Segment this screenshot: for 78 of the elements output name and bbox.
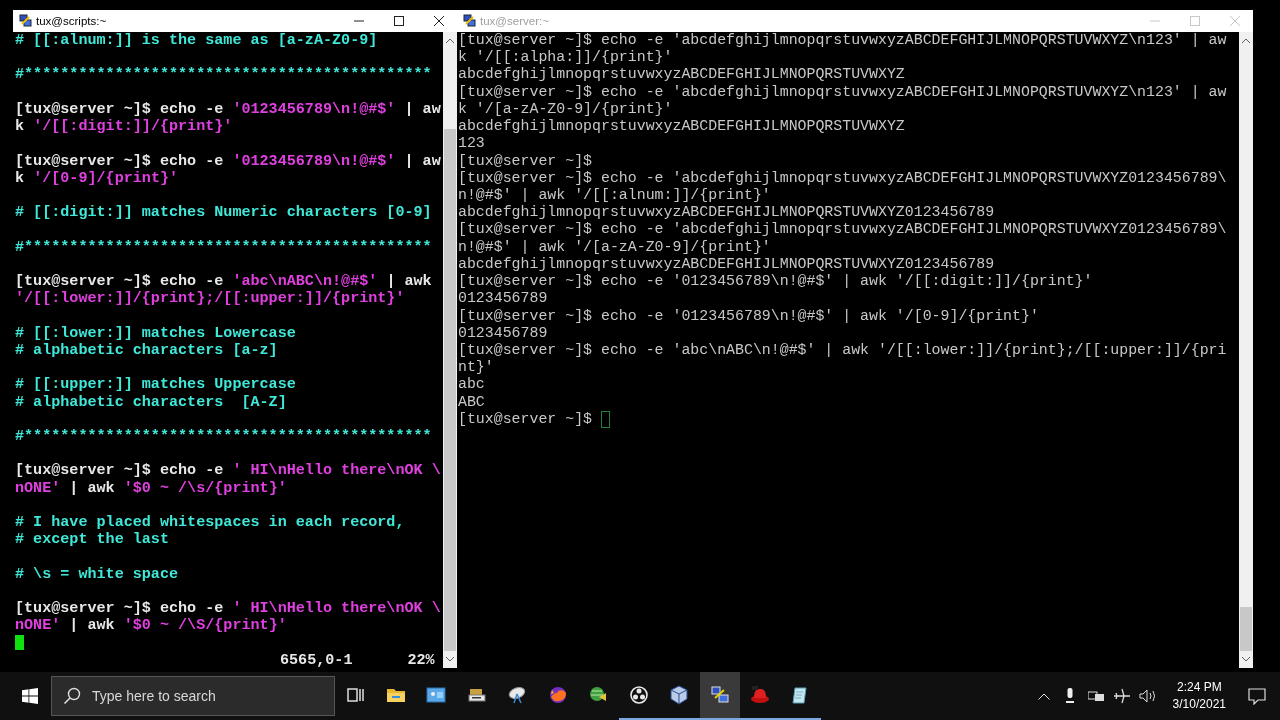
scroll-percent: 22% (407, 651, 435, 668)
terminal-line: [tux@server ~]$ echo -e ' HI\nHello there\nOK \ (15, 462, 441, 480)
terminal-line: [tux@server ~]$ echo -e '0123456789\n!@#$' | aw (15, 152, 441, 170)
terminal-line: 123 (458, 135, 485, 153)
microphone-icon (1065, 688, 1074, 704)
terminal-line: abcdefghijlmnopqrstuvwxyzABCDEFGHIJLMNOPQRSTUVWXYZ (458, 118, 905, 136)
scrollbar-thumb[interactable] (444, 129, 456, 651)
close-icon (1229, 16, 1240, 26)
terminal-line: #********************************************* (15, 428, 432, 446)
close-icon (433, 16, 444, 26)
terminal-line: [tux@server ~]$ echo -e '0123456789\n!@#$' | awk '/[0-9]/{print}' (458, 307, 1039, 325)
terminal-line: abc (458, 376, 485, 394)
hat-icon (750, 685, 771, 705)
terminal-line: nONE' | awk '$0 ~ /\S/{print}' (15, 617, 287, 635)
terminal-line: abcdefghijlmnopqrstuvwxyzABCDEFGHIJLMNOPQRSTUVWXYZ0123456789 (458, 204, 995, 222)
scrollbar[interactable] (1239, 32, 1253, 668)
terminal-line: n!@#$' | awk '/[a-zA-Z0-9]/{print}' (458, 238, 771, 256)
computers-icon (19, 14, 33, 28)
speaker-icon (1138, 689, 1157, 703)
terminal-line: # [[:alnum:]] is the same as [a-zA-Z0-9] (15, 32, 378, 50)
cursor-position: 6565,0-1 (280, 651, 353, 668)
terminal-line: [tux@server ~]$ (458, 152, 593, 170)
search-field[interactable]: Type here to search (51, 676, 335, 716)
terminal-line: ABC (458, 393, 485, 411)
terminal-line: [tux@server ~]$ echo -e 'abcdefghijlmnopqrstuvwxyzABCDEFGHIJLMNOPQRSTUVWXYZ0123456789\ (458, 221, 1227, 239)
fox-icon (547, 685, 568, 705)
terminal-line: #********************************************* (15, 238, 432, 256)
terminal-line: # I have placed whitespaces in each record, (15, 514, 405, 532)
speech-bubble-icon (1248, 687, 1266, 705)
terminal-line: # [[:digit:]] matches Numeric characters [0-9] (15, 204, 432, 222)
terminal-line: # \s = white space (15, 565, 179, 583)
search-icon (63, 687, 81, 705)
terminal-line: k '/[a-zA-Z0-9]/{print}' (458, 100, 673, 119)
terminal-line: #********************************************* (15, 66, 432, 84)
network-icon (1087, 690, 1104, 702)
maximize-icon (1189, 16, 1200, 26)
terminal-line: [tux@server ~]$ echo -e ' HI\nHello there\nOK \ (15, 600, 441, 618)
terminal-line: 0123456789 (458, 290, 548, 308)
scrollbar-thumb[interactable] (1240, 607, 1252, 651)
cube-icon (669, 685, 690, 705)
window-title: tux@server:~ (480, 15, 550, 27)
maximize-icon (393, 16, 404, 26)
terminal-line: nt}' (458, 359, 494, 377)
task-view-icon (345, 685, 366, 705)
chevron-up-icon (1037, 692, 1050, 700)
terminal-line: # [[:lower:]] matches Lowercase (15, 324, 296, 342)
terminal-line: [tux@server ~]$ echo -e 'abc\nABC\n!@#$' | awk '/[[:lower:]]/{print};/[[:upper:]]/{pri (458, 341, 1227, 360)
terminal-line: abcdefghijlmnopqrstuvwxyzABCDEFGHIJLMNOPQRSTUVWXYZ0123456789 (458, 255, 995, 274)
windows-logo-icon (21, 688, 38, 704)
terminal-line: # except the last (15, 531, 169, 549)
terminal-line: [tux@server ~]$ echo -e '0123456789\n!@#$' | awk '/[[:digit:]]/{print}' (458, 273, 1093, 291)
control-panel-icon (426, 685, 447, 705)
terminal-line: '/[[:lower:]]/{print};/[[:upper:]]/{print}' (15, 290, 405, 308)
terminal-line: [tux@server ~]$ echo -e 'abc\nABC\n!@#$' | awk (15, 273, 432, 291)
clock[interactable]: 2:24 PM 3/10/2021 (1164, 679, 1234, 713)
terminal-line: n!@#$' | awk '/[[:alnum:]]/{print}' (458, 186, 771, 205)
terminal-line: [tux@server ~]$ echo -e 'abcdefghijlmnopqrstuvwxyzABCDEFGHIJLMNOPQRSTUVWXYZ\n123' | aw (458, 83, 1227, 101)
computers-icon (709, 685, 730, 705)
terminal-line: k '/[0-9]/{print}' (15, 169, 179, 187)
terminal-line: # alphabetic characters [a-z] (15, 341, 278, 360)
terminal-line: abcdefghijlmnopqrstuvwxyzABCDEFGHIJLMNOPQRSTUVWXYZ (458, 66, 905, 84)
terminal-line: k '/[[:digit:]]/{print}' (15, 118, 233, 136)
terminal-line: [tux@server ~]$ echo -e 'abcdefghijlmnopqrstuvwxyzABCDEFGHIJLMNOPQRSTUVWXYZ0123456789\ (458, 169, 1227, 187)
circle-icon (628, 685, 649, 705)
terminal-line: [tux@server ~]$ echo -e 'abcdefghijlmnopqrstuvwxyzABCDEFGHIJLMNOPQRSTUVWXYZ\n123' | aw (458, 32, 1227, 50)
airplane-icon (1112, 688, 1131, 704)
terminal-line: k '/[[:alpha:]]/{print}' (458, 49, 673, 67)
terminal-line: nONE' | awk '$0 ~ /\s/{print}' (15, 479, 287, 497)
terminal-line: # [[:upper:]] matches Uppercase (15, 376, 296, 394)
terminal-line: [tux@server ~]$ (458, 411, 594, 429)
satellite-dish-icon (507, 685, 528, 705)
taskbar-button[interactable] (699, 672, 740, 720)
terminal-line: # alphabetic characters [A-Z] (15, 393, 287, 411)
window-title: tux@scripts:~ (36, 15, 108, 27)
terminal-line: [tux@server ~]$ echo -e '0123456789\n!@#$' | aw (15, 100, 441, 119)
terminal-line: 0123456789 (458, 324, 548, 342)
computers-icon (463, 14, 477, 28)
scrollbar[interactable] (443, 32, 457, 668)
